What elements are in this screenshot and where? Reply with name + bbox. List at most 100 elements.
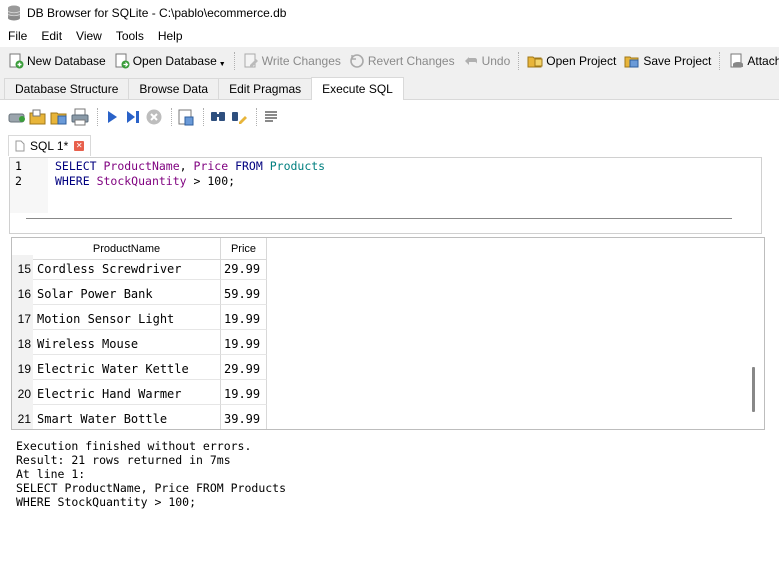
print-icon[interactable] xyxy=(71,108,89,126)
table-row[interactable]: 17 Motion Sensor Light 19.99 xyxy=(12,305,267,330)
menu-tools[interactable]: Tools xyxy=(110,26,152,47)
open-database-label: Open Database xyxy=(132,54,217,68)
database-icon xyxy=(7,5,21,21)
log-line: WHERE StockQuantity > 100; xyxy=(16,495,197,509)
undo-icon xyxy=(464,57,477,65)
main-tab-bar: Database Structure Browse Data Edit Prag… xyxy=(0,77,779,100)
table-row[interactable]: 20 Electric Hand Warmer 19.99 xyxy=(12,380,267,405)
editor-horizontal-scrollbar[interactable] xyxy=(26,218,732,219)
attach-button[interactable]: Attach xyxy=(724,49,779,73)
cell-price[interactable]: 19.99 xyxy=(221,380,267,405)
row-number[interactable]: 16 xyxy=(12,280,33,305)
menu-edit[interactable]: Edit xyxy=(35,26,70,47)
window-title: DB Browser for SQLite - C:\pablo\ecommer… xyxy=(27,6,287,20)
cell-productname[interactable]: Wireless Mouse xyxy=(33,330,221,355)
cell-price[interactable]: 29.99 xyxy=(221,355,267,380)
main-toolbar: New Database Open Database ▼ Write Chang… xyxy=(0,47,779,75)
tab-edit-pragmas[interactable]: Edit Pragmas xyxy=(218,78,313,99)
new-database-label: New Database xyxy=(27,54,106,68)
save-project-button[interactable]: Save Project xyxy=(620,49,715,73)
menu-view[interactable]: View xyxy=(70,26,110,47)
undo-button[interactable]: Undo xyxy=(459,49,515,73)
close-icon[interactable]: ✕ xyxy=(74,141,85,151)
table-row[interactable]: 16 Solar Power Bank 59.99 xyxy=(12,280,267,305)
results-grid[interactable]: ProductName Price 15 Cordless Screwdriver… xyxy=(11,237,765,430)
code-text: WHERE StockQuantity > 100; xyxy=(55,174,235,189)
code-token: ProductName xyxy=(103,159,180,173)
find-replace-icon[interactable] xyxy=(230,108,248,126)
line-number: 2 xyxy=(15,174,22,188)
cell-productname[interactable]: Electric Water Kettle xyxy=(33,355,221,380)
tab-browse-data[interactable]: Browse Data xyxy=(128,78,220,99)
table-row[interactable]: 18 Wireless Mouse 19.99 xyxy=(12,330,267,355)
cell-productname[interactable]: Smart Water Bottle xyxy=(33,405,221,429)
code-token: WHERE xyxy=(55,174,90,188)
cell-price[interactable]: 19.99 xyxy=(221,305,267,330)
log-line: SELECT ProductName, Price FROM Products xyxy=(16,481,287,495)
open-database-button[interactable]: Open Database ▼ xyxy=(110,49,230,73)
save-sql-file-icon[interactable] xyxy=(50,108,68,126)
chevron-down-icon[interactable]: ▼ xyxy=(219,61,226,68)
row-number[interactable]: 18 xyxy=(12,330,33,355)
save-results-icon[interactable] xyxy=(177,108,195,126)
sql-toolbar xyxy=(8,106,283,128)
new-database-icon xyxy=(9,53,24,69)
open-project-button[interactable]: Open Project xyxy=(523,49,620,73)
results-vertical-scrollbar[interactable] xyxy=(752,367,755,412)
tab-sql-1[interactable]: SQL 1* ✕ xyxy=(8,135,92,156)
attach-database-icon xyxy=(730,53,744,68)
open-database-icon xyxy=(115,53,130,69)
row-number[interactable]: 15 xyxy=(12,255,33,280)
code-token: SELECT xyxy=(55,159,97,173)
execute-all-icon[interactable] xyxy=(103,108,121,126)
save-project-icon xyxy=(624,56,639,68)
open-project-icon xyxy=(527,56,543,68)
code-token: Products xyxy=(269,159,326,173)
log-line: Result: 21 rows returned in 7ms xyxy=(16,453,231,467)
code-token: StockQuantity xyxy=(96,174,187,188)
revert-changes-label: Revert Changes xyxy=(367,54,455,68)
row-number[interactable]: 19 xyxy=(12,355,33,380)
cell-productname[interactable]: Electric Hand Warmer xyxy=(33,380,221,405)
tab-execute-sql[interactable]: Execute SQL xyxy=(311,77,404,100)
editor-line[interactable]: 1 SELECT ProductName, Price FROM Products xyxy=(10,159,760,174)
cell-price[interactable]: 29.99 xyxy=(221,255,267,280)
cell-price[interactable]: 19.99 xyxy=(221,330,267,355)
code-text: SELECT ProductName, Price FROM Products xyxy=(55,159,325,174)
table-row[interactable]: 15 Cordless Screwdriver 29.99 xyxy=(12,255,267,280)
cell-productname[interactable]: Solar Power Bank xyxy=(33,280,221,305)
new-database-button[interactable]: New Database xyxy=(4,49,110,73)
menu-help[interactable]: Help xyxy=(152,26,191,47)
write-changes-button[interactable]: Write Changes xyxy=(239,49,345,73)
sql-tab-bar: SQL 1* ✕ xyxy=(8,135,92,156)
save-project-label: Save Project xyxy=(643,54,712,68)
row-number[interactable]: 17 xyxy=(12,305,33,330)
row-number[interactable]: 21 xyxy=(12,405,33,429)
line-number: 1 xyxy=(15,159,22,173)
table-row[interactable]: 21 Smart Water Bottle 39.99 xyxy=(12,405,267,429)
cell-price[interactable]: 59.99 xyxy=(221,280,267,305)
row-number[interactable]: 20 xyxy=(12,380,33,405)
open-tab-icon[interactable] xyxy=(8,108,26,126)
sql-editor[interactable]: 1 SELECT ProductName, Price FROM Products… xyxy=(9,157,762,234)
toolbar-separator xyxy=(171,108,172,126)
execution-log: Execution finished without errors. Result… xyxy=(11,434,765,578)
open-sql-file-icon[interactable] xyxy=(29,108,47,126)
tab-database-structure[interactable]: Database Structure xyxy=(4,78,130,99)
cell-productname[interactable]: Cordless Screwdriver xyxy=(33,255,221,280)
undo-label: Undo xyxy=(481,54,511,68)
editor-line[interactable]: 2 WHERE StockQuantity > 100; xyxy=(10,174,760,189)
stop-execution-icon[interactable] xyxy=(145,108,163,126)
revert-changes-button[interactable]: Revert Changes xyxy=(345,49,459,73)
cell-price[interactable]: 39.99 xyxy=(221,405,267,429)
cell-productname[interactable]: Motion Sensor Light xyxy=(33,305,221,330)
execute-sql-panel: SQL 1* ✕ 1 SELECT ProductName, Price FROM… xyxy=(0,100,779,578)
find-icon[interactable] xyxy=(209,108,227,126)
menu-file[interactable]: File xyxy=(2,26,35,47)
execute-current-line-icon[interactable] xyxy=(124,108,142,126)
comment-lines-icon[interactable] xyxy=(262,108,280,126)
table-row[interactable]: 19 Electric Water Kettle 29.99 xyxy=(12,355,267,380)
revert-changes-icon xyxy=(350,54,364,68)
